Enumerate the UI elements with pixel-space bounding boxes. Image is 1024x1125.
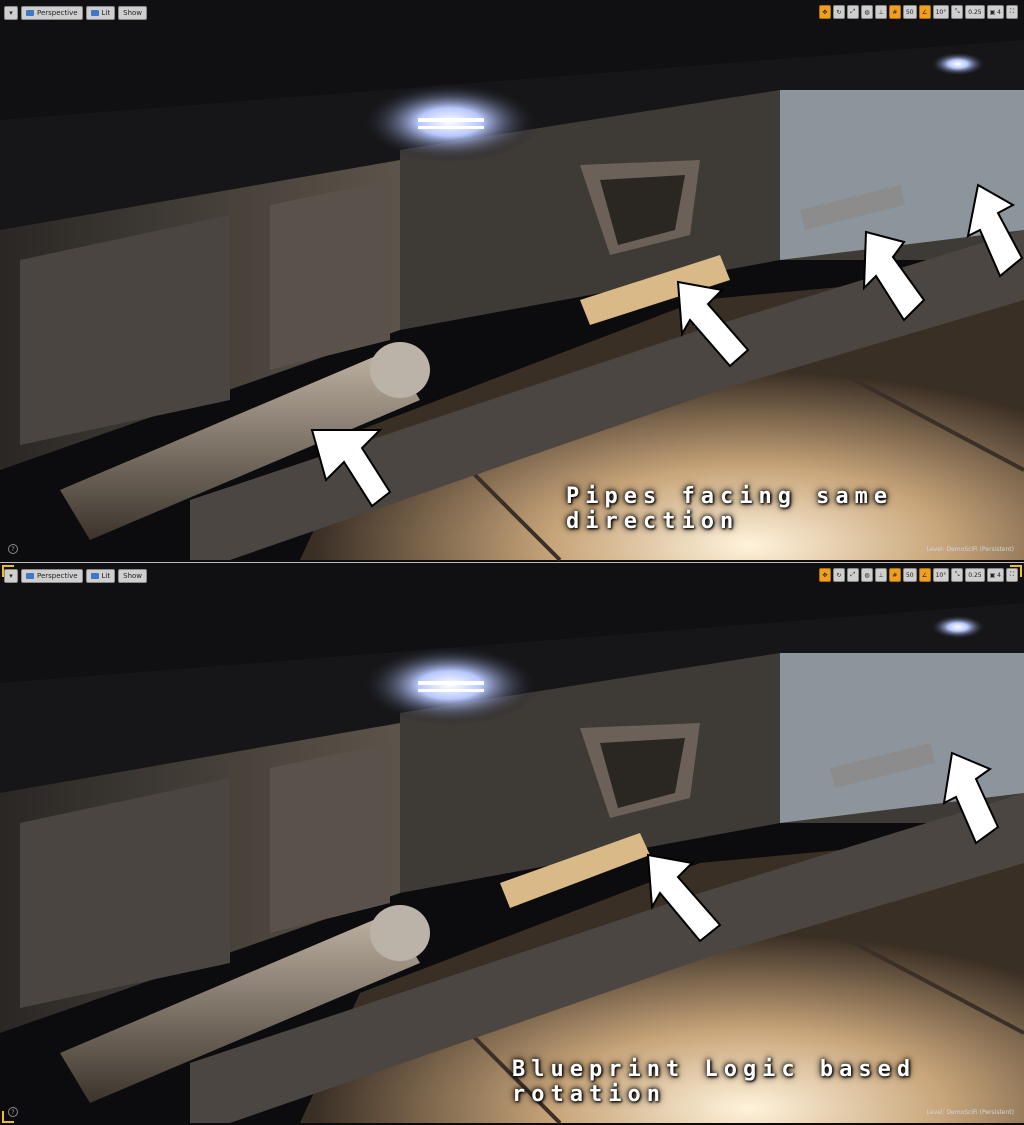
help-icon[interactable]: ? xyxy=(8,544,18,554)
viewport-toolbar: ▾ Perspective Lit Show ✥ ↻ ⤢ ◍ ⊥ # 50 ∠ … xyxy=(0,563,1024,589)
viewport-toolbar: ▾ Perspective Lit Show ✥ ↻ ⤢ ◍ ⊥ # 50 ∠ … xyxy=(0,0,1024,26)
lit-button[interactable]: Lit xyxy=(85,6,116,20)
selection-corner xyxy=(2,565,14,577)
camera-speed-button[interactable]: ▣ 4 xyxy=(986,568,1004,582)
caption-text: Blueprint Logic based rotation xyxy=(512,1057,917,1107)
translate-icon[interactable]: ✥ xyxy=(818,5,831,19)
grid-value[interactable]: 50 xyxy=(902,5,917,19)
scale-icon[interactable]: ⤢ xyxy=(846,5,859,19)
rotate-icon[interactable]: ↻ xyxy=(832,5,845,19)
perspective-button[interactable]: Perspective xyxy=(21,6,83,20)
angle-value[interactable]: 10° xyxy=(932,5,950,19)
grid-value[interactable]: 50 xyxy=(902,568,917,582)
chevron-down-icon: ▾ xyxy=(9,9,13,17)
world-icon[interactable]: ◍ xyxy=(860,568,873,582)
camera-speed-button[interactable]: ▣ 4 xyxy=(986,5,1004,19)
viewport-menu-button[interactable]: ▾ xyxy=(4,6,18,20)
level-label: Level: DemoSciFi (Persistent) xyxy=(926,1109,1014,1116)
scale-snap-icon[interactable]: ⤡ xyxy=(951,5,964,19)
perspective-button[interactable]: Perspective xyxy=(21,569,83,583)
viewport-top[interactable]: ▾ Perspective Lit Show ✥ ↻ ⤢ ◍ ⊥ # 50 ∠ … xyxy=(0,0,1024,562)
perspective-icon xyxy=(26,573,34,579)
world-icon[interactable]: ◍ xyxy=(860,5,873,19)
caption-text: Pipes facing same direction xyxy=(566,484,894,534)
lit-button[interactable]: Lit xyxy=(85,569,116,583)
viewport-bottom[interactable]: ▾ Perspective Lit Show ✥ ↻ ⤢ ◍ ⊥ # 50 ∠ … xyxy=(0,563,1024,1125)
surface-snap-icon[interactable]: ⊥ xyxy=(874,568,887,582)
translate-icon[interactable]: ✥ xyxy=(818,568,831,582)
scale-snap-icon[interactable]: ⤡ xyxy=(951,568,964,582)
camera-speed-icon: ▣ xyxy=(989,8,996,16)
selection-corner xyxy=(1010,565,1022,577)
perspective-icon xyxy=(26,10,34,16)
grid-snap-icon[interactable]: # xyxy=(888,568,901,582)
scene-render xyxy=(0,0,1024,562)
lit-icon xyxy=(90,573,99,579)
show-button[interactable]: Show xyxy=(118,6,148,20)
show-button[interactable]: Show xyxy=(118,569,148,583)
rotate-icon[interactable]: ↻ xyxy=(832,568,845,582)
maximize-icon[interactable]: ⛶ xyxy=(1006,5,1018,19)
selection-corner xyxy=(2,1111,14,1123)
lit-icon xyxy=(90,10,99,16)
angle-value[interactable]: 10° xyxy=(932,568,950,582)
scene-render xyxy=(0,563,1024,1125)
scale-value[interactable]: 0.25 xyxy=(965,5,985,19)
angle-snap-icon[interactable]: ∠ xyxy=(918,568,931,582)
camera-speed-icon: ▣ xyxy=(989,571,996,579)
grid-snap-icon[interactable]: # xyxy=(888,5,901,19)
scale-icon[interactable]: ⤢ xyxy=(846,568,859,582)
surface-snap-icon[interactable]: ⊥ xyxy=(874,5,887,19)
level-label: Level: DemoSciFi (Persistent) xyxy=(926,546,1014,553)
scale-value[interactable]: 0.25 xyxy=(965,568,985,582)
angle-snap-icon[interactable]: ∠ xyxy=(918,5,931,19)
